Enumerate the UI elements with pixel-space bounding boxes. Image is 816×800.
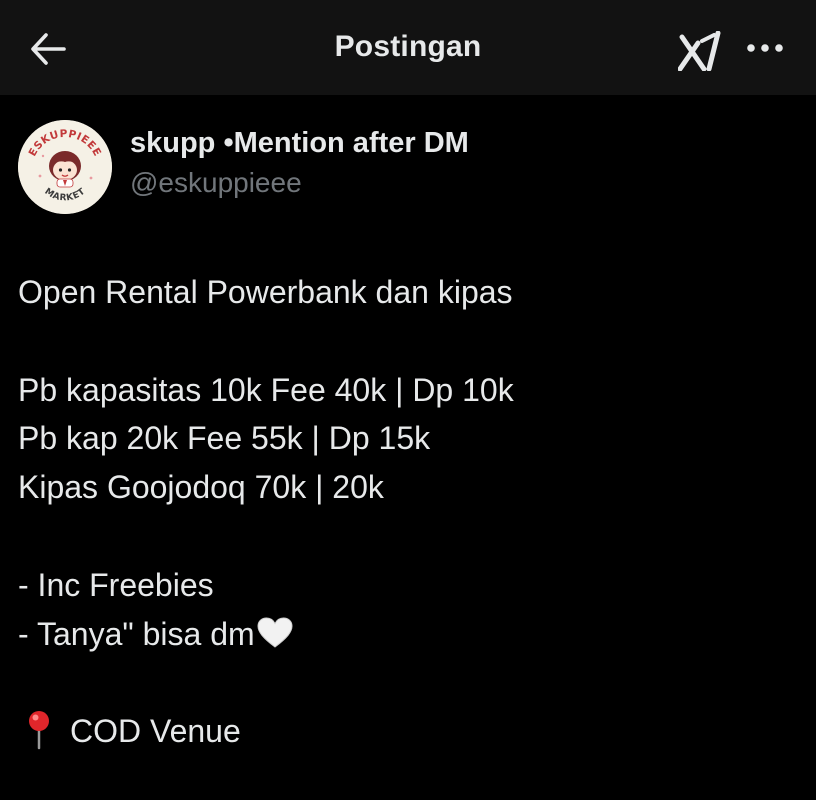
tweet-line: Open Rental Powerbank dan kipas	[18, 274, 513, 310]
tweet-text: Open Rental Powerbank dan kipas Pb kapas…	[18, 268, 798, 756]
tweet-line-text: COD Venue	[70, 713, 241, 750]
author-handle[interactable]: @eskuppieee	[130, 167, 302, 199]
tweet-line: COD Venue	[18, 707, 798, 756]
tweet-line: Kipas Goojodoq 70k | 20k	[18, 469, 384, 506]
author-display-name[interactable]: skupp •Mention after DM	[130, 127, 469, 160]
more-options-button[interactable]	[742, 30, 788, 66]
avatar[interactable]: ESKUPPIEEE MARKET	[18, 120, 112, 214]
avatar-image: ESKUPPIEEE MARKET	[18, 120, 112, 214]
tweet-line: Pb kap 20k Fee 55k | Dp 15k	[18, 420, 431, 457]
white-heart-icon	[257, 617, 293, 648]
more-horizontal-icon	[747, 44, 783, 52]
tweet-line: - Inc Freebies	[18, 566, 214, 603]
tweet-line: Pb kapasitas 10k Fee 40k | Dp 10k	[18, 371, 514, 408]
grok-button[interactable]	[676, 29, 726, 73]
grok-icon	[678, 31, 721, 71]
top-bar: Postingan	[0, 0, 816, 95]
tweet-line-text: - Tanya" bisa dm	[18, 615, 255, 652]
tweet-line: - Tanya" bisa dm	[18, 610, 798, 659]
round-pushpin-icon	[29, 711, 49, 750]
